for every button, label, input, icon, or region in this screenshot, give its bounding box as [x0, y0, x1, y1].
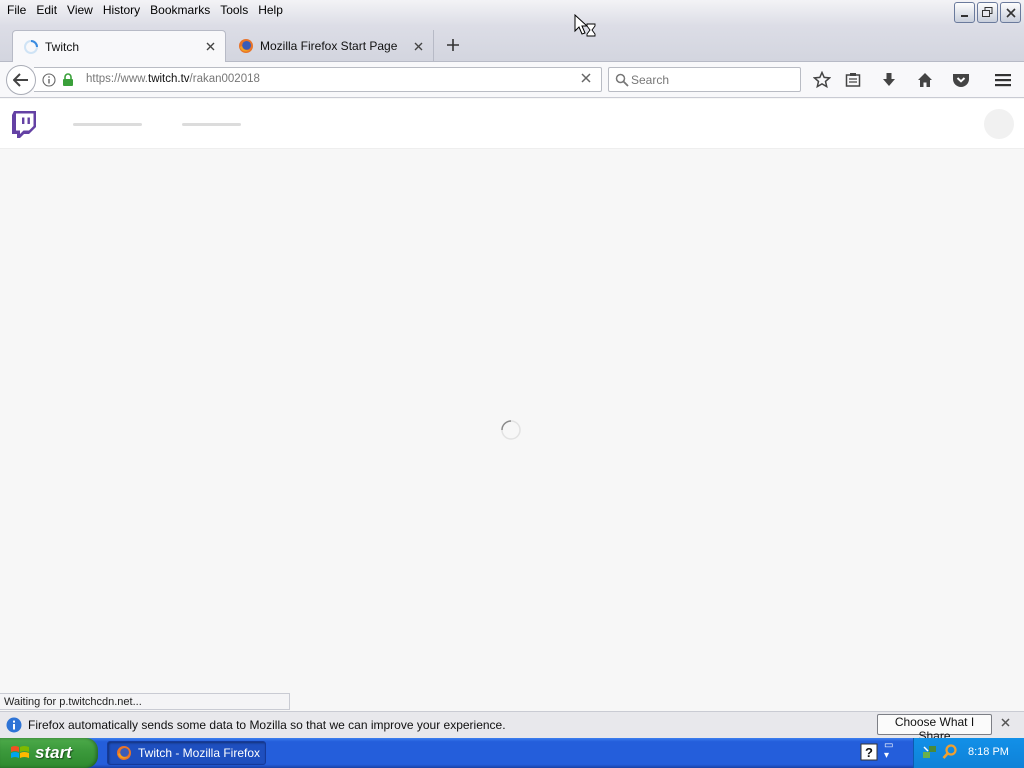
choose-what-i-share-button[interactable]: Choose What I Share [877, 714, 992, 743]
plus-icon [447, 39, 459, 51]
twitch-top-nav [0, 99, 1024, 149]
nav-placeholder-bar [182, 123, 241, 126]
taskbar-item-label: Twitch - Mozilla Firefox [138, 746, 261, 760]
svg-text:?: ? [865, 745, 873, 760]
search-icon [615, 73, 629, 87]
reading-list-button[interactable] [841, 68, 865, 92]
back-arrow-icon [13, 73, 28, 87]
home-icon [918, 73, 932, 87]
tab-close-button[interactable] [203, 40, 217, 54]
notification-message: Firefox automatically sends some data to… [28, 718, 506, 732]
language-bar-arrows-icon[interactable]: ▭ ▾ [884, 741, 893, 761]
user-avatar-placeholder[interactable] [984, 109, 1014, 139]
close-icon [1005, 7, 1016, 18]
minimize-button[interactable] [954, 2, 975, 23]
menu-view[interactable]: View [62, 0, 98, 20]
search-bar[interactable] [608, 67, 801, 92]
busy-cursor-icon [574, 14, 596, 37]
web-page-content [0, 99, 1024, 711]
loading-spinner-icon [24, 39, 38, 54]
tab-twitch[interactable]: Twitch [12, 30, 226, 62]
back-button[interactable] [6, 65, 36, 95]
url-text[interactable]: https://www.twitch.tv/rakan002018 [86, 73, 260, 85]
restore-button[interactable] [977, 2, 998, 23]
search-input[interactable] [631, 70, 796, 89]
info-icon [6, 717, 22, 733]
url-host: twitch.tv [148, 73, 190, 85]
close-icon [1001, 718, 1010, 727]
help-icon[interactable]: ? [860, 743, 878, 761]
bookmark-button[interactable] [810, 68, 834, 92]
system-tray: 8:18 PM [913, 738, 1024, 768]
menu-file[interactable]: File [2, 0, 31, 20]
download-icon [883, 73, 895, 86]
network-icon[interactable] [922, 744, 938, 760]
windows-logo-icon [11, 746, 29, 758]
open-menu-button[interactable] [991, 68, 1015, 92]
menu-tools[interactable]: Tools [215, 0, 253, 20]
reading-list-icon [845, 73, 861, 87]
tab-title: Twitch [45, 39, 80, 54]
nav-placeholder-bar [73, 123, 142, 126]
windows-taskbar: start Twitch - Mozilla Firefox ? ▭ ▾ 8:18… [0, 738, 1024, 768]
url-path: /rakan002018 [189, 73, 260, 85]
info-icon[interactable] [42, 73, 56, 87]
taskbar-item-firefox[interactable]: Twitch - Mozilla Firefox [107, 741, 266, 765]
firefox-icon [117, 746, 131, 760]
restore-icon [982, 7, 993, 17]
tab-close-button[interactable] [411, 39, 425, 53]
new-tab-button[interactable] [442, 34, 464, 56]
tab-firefox-start[interactable]: Mozilla Firefox Start Page [228, 30, 434, 62]
close-icon [206, 42, 214, 51]
url-prefix: https://www. [86, 73, 148, 85]
downloads-button[interactable] [877, 68, 901, 92]
clock: 8:18 PM [968, 746, 1009, 758]
close-window-button[interactable] [1000, 2, 1021, 23]
menu-edit[interactable]: Edit [31, 0, 62, 20]
close-icon [581, 73, 591, 83]
start-button[interactable]: start [0, 738, 98, 768]
window-controls [954, 2, 1021, 23]
minimize-icon [960, 14, 968, 17]
pocket-icon [953, 74, 969, 87]
bookmark-star-icon [813, 71, 831, 89]
firefox-icon [239, 39, 253, 53]
search-icon[interactable] [942, 744, 958, 760]
menu-help[interactable]: Help [253, 0, 288, 20]
start-label: start [35, 743, 72, 762]
notification-close-button[interactable] [1001, 716, 1010, 731]
menu-history[interactable]: History [98, 0, 145, 20]
navigation-toolbar: https://www.twitch.tv/rakan002018 [0, 62, 1024, 98]
url-bar[interactable]: https://www.twitch.tv/rakan002018 [34, 67, 602, 92]
menu-bar: File Edit View History Bookmarks Tools H… [0, 0, 288, 20]
status-bar: Waiting for p.twitchcdn.net... [0, 693, 290, 710]
loading-spinner-icon [501, 420, 521, 440]
lock-icon[interactable] [62, 73, 74, 87]
tab-strip: Twitch Mozilla Firefox Start Page [0, 26, 1024, 62]
home-button[interactable] [913, 68, 937, 92]
tab-title: Mozilla Firefox Start Page [260, 39, 398, 53]
twitch-logo-icon[interactable] [12, 111, 38, 139]
pocket-button[interactable] [949, 68, 973, 92]
hamburger-menu-icon [995, 74, 1011, 87]
window-title-bar: File Edit View History Bookmarks Tools H… [0, 0, 1024, 26]
notification-bar: Firefox automatically sends some data to… [0, 711, 1024, 743]
stop-loading-button[interactable] [581, 71, 591, 87]
close-icon [414, 42, 422, 50]
menu-bookmarks[interactable]: Bookmarks [145, 0, 215, 20]
